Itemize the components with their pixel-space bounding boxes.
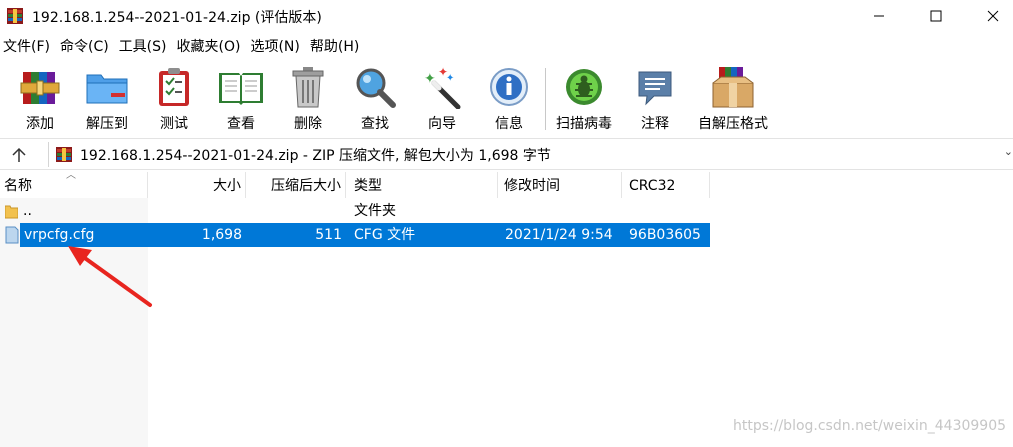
folder-icon — [5, 205, 18, 219]
clipboard-check-icon — [150, 64, 198, 110]
view-button[interactable]: 查看 — [209, 64, 273, 134]
delete-button[interactable]: 删除 — [276, 64, 340, 134]
row-name: .. — [23, 203, 32, 219]
menu-options[interactable]: 选项(N) — [245, 36, 304, 58]
extract-to-label: 解压到 — [86, 116, 128, 132]
column-header-crc[interactable]: CRC32 — [622, 172, 710, 198]
column-header-crc-label: CRC32 — [629, 178, 676, 194]
column-header-packed-label: 压缩后大小 — [271, 178, 341, 194]
close-button[interactable] — [970, 0, 1013, 32]
maximize-button[interactable] — [913, 0, 959, 32]
sfx-box-icon — [709, 64, 757, 110]
wizard-button[interactable]: ✦ ✦ ✦ 向导 — [410, 64, 474, 134]
wizard-label: 向导 — [428, 116, 456, 132]
trash-can-icon — [284, 64, 332, 110]
minimize-icon — [874, 15, 884, 17]
up-arrow-icon[interactable] — [8, 145, 30, 165]
find-label: 查找 — [361, 116, 389, 132]
row-packed: 511 — [315, 227, 342, 243]
toolbar-separator — [545, 68, 546, 130]
svg-text:✦: ✦ — [424, 71, 436, 87]
menu-favorites[interactable]: 收藏夹(O) — [172, 36, 246, 58]
file-list: 名称 ︿ 大小 压缩后大小 类型 修改时间 CRC32 .. 文件夹 vrpcf… — [0, 170, 1013, 447]
books-stack-icon — [16, 64, 64, 110]
bug-icon — [560, 64, 608, 110]
address-text: 192.168.1.254--2021-01-24.zip - ZIP 压缩文件… — [80, 148, 551, 164]
maximize-icon — [930, 10, 942, 22]
column-header-modified[interactable]: 修改时间 — [498, 172, 622, 198]
sfx-button[interactable]: 自解压格式 — [698, 64, 768, 134]
winrar-archive-icon — [56, 147, 72, 162]
svg-text:✦: ✦ — [446, 73, 454, 84]
sort-ascending-icon: ︿ — [66, 170, 76, 181]
sfx-label: 自解压格式 — [698, 116, 768, 132]
row-type: 文件夹 — [354, 203, 396, 219]
add-button[interactable]: 添加 — [8, 64, 72, 134]
menu-commands[interactable]: 命令(C) — [55, 36, 114, 58]
magnifier-icon — [351, 64, 399, 110]
speech-bubble-icon — [631, 64, 679, 110]
info-button[interactable]: 信息 — [477, 64, 541, 134]
row-crc: 96B03605 — [629, 227, 701, 243]
virus-scan-label: 扫描病毒 — [556, 116, 612, 132]
chevron-down-icon[interactable]: ⌄ — [1004, 145, 1013, 158]
info-icon — [485, 64, 533, 110]
row-type: CFG 文件 — [354, 227, 416, 243]
row-modified: 2021/1/24 9:54 — [505, 227, 613, 243]
minimize-button[interactable] — [856, 0, 902, 32]
delete-label: 删除 — [294, 116, 322, 132]
menu-tools[interactable]: 工具(S) — [114, 36, 172, 58]
open-book-icon — [217, 64, 265, 110]
column-header-type[interactable]: 类型 — [346, 172, 498, 198]
column-header-modified-label: 修改时间 — [504, 178, 560, 194]
window-title: 192.168.1.254--2021-01-24.zip (评估版本) — [32, 10, 322, 26]
close-icon — [987, 10, 999, 22]
comment-button[interactable]: 注释 — [623, 64, 687, 134]
column-header-size-label: 大小 — [213, 178, 241, 194]
find-button[interactable]: 查找 — [343, 64, 407, 134]
title-bar: 192.168.1.254--2021-01-24.zip (评估版本) — [0, 0, 1013, 34]
file-icon — [5, 226, 19, 244]
table-row[interactable]: vrpcfg.cfg 1,698 511 CFG 文件 2021/1/24 9:… — [0, 223, 710, 247]
column-header-name[interactable]: 名称 ︿ — [0, 170, 148, 198]
toolbar: 添加 解压到 测试 查看 删除 查找 ✦ ✦ ✦ 向导 信息 扫描病毒 注释 自… — [0, 60, 1013, 136]
watermark: https://blog.csdn.net/weixin_44309905 — [733, 418, 1007, 434]
address-bar: 192.168.1.254--2021-01-24.zip - ZIP 压缩文件… — [0, 138, 1013, 170]
test-label: 测试 — [160, 116, 188, 132]
comment-label: 注释 — [641, 116, 669, 132]
row-name: vrpcfg.cfg — [24, 227, 95, 243]
address-field[interactable]: 192.168.1.254--2021-01-24.zip - ZIP 压缩文件… — [48, 142, 1013, 167]
extract-to-button[interactable]: 解压到 — [75, 64, 139, 134]
magic-wand-icon: ✦ ✦ ✦ — [418, 64, 466, 110]
column-header-name-label: 名称 — [4, 178, 32, 194]
view-label: 查看 — [227, 116, 255, 132]
column-header-size[interactable]: 大小 — [148, 172, 246, 198]
test-button[interactable]: 测试 — [142, 64, 206, 134]
menu-bar: 文件(F) 命令(C) 工具(S) 收藏夹(O) 选项(N) 帮助(H) — [0, 36, 364, 58]
column-header-packed[interactable]: 压缩后大小 — [246, 172, 346, 198]
row-size: 1,698 — [201, 227, 242, 243]
info-label: 信息 — [495, 116, 523, 132]
extract-folder-icon — [83, 64, 131, 110]
menu-help[interactable]: 帮助(H) — [305, 36, 364, 58]
virus-scan-button[interactable]: 扫描病毒 — [552, 64, 616, 134]
add-label: 添加 — [26, 116, 54, 132]
winrar-app-icon — [7, 8, 23, 24]
table-row[interactable]: .. 文件夹 — [0, 199, 710, 223]
menu-file[interactable]: 文件(F) — [0, 36, 55, 58]
column-header-type-label: 类型 — [354, 178, 382, 194]
